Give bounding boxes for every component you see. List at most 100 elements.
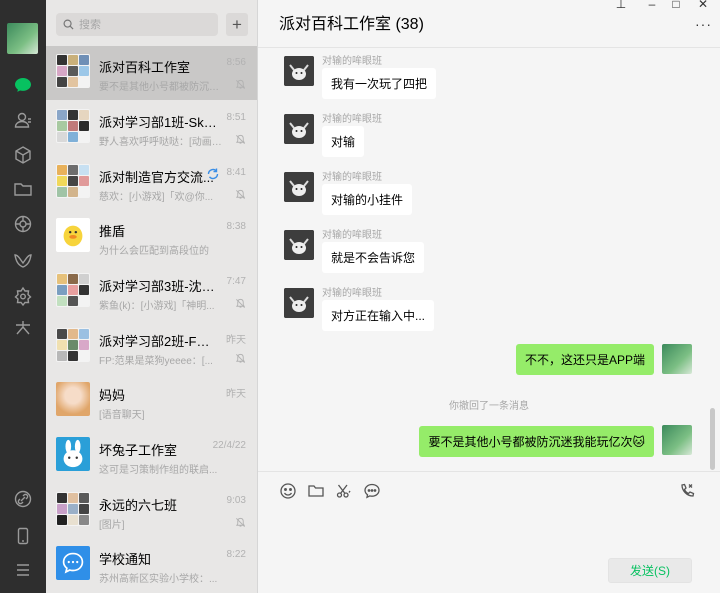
link-icon[interactable] <box>12 488 34 510</box>
folder-icon[interactable] <box>307 482 325 500</box>
chat-preview: 为什么会匹配到高段位的 <box>99 246 209 257</box>
phone-icon[interactable] <box>12 525 34 547</box>
chat-item-1[interactable]: 派对学习部1班-Sky... 8:51 野人喜欢呼呼哒哒：[动画表情] <box>46 101 257 155</box>
chat-avatar <box>56 218 90 252</box>
recall-notice: 你撤回了一条消息 <box>449 401 529 412</box>
self-avatar[interactable] <box>662 344 692 374</box>
message-list: 对输的哞眼班 我有一次玩了四把 对输的哞眼班 对输 对输的哞眼班 对输的小挂件 … <box>258 48 720 471</box>
chat-preview: 紫鱼(k)：[小游戏]「神明... <box>99 301 215 312</box>
chat-time: 7:47 <box>226 276 246 287</box>
chat-name: 派对学习部1班-Sky... <box>99 115 217 130</box>
chat-item-8[interactable]: 永远的六七班 9:03 [图片] <box>46 484 257 538</box>
chat-avatar <box>56 492 90 526</box>
sender-name: 对输的哞眼班 <box>322 56 382 67</box>
sender-avatar[interactable] <box>284 172 314 202</box>
chat-avatar <box>56 382 90 416</box>
chat-item-5[interactable]: 派对学习部2班-FP收... 昨天 FP:范果是菜狗yeeee：[... <box>46 320 257 374</box>
message-bubble[interactable]: 我有一次玩了四把 <box>322 68 437 99</box>
mute-bell-icon <box>235 189 246 199</box>
pin-window-button[interactable]: ⊥ <box>613 0 629 11</box>
minimize-button[interactable]: – <box>644 0 660 11</box>
chat-avatar <box>56 328 90 362</box>
chat-item-9[interactable]: 学校通知 8:22 苏州高新区实验小学校：... <box>46 538 257 592</box>
sender-name: 对输的哞眼班 <box>322 114 382 125</box>
sender-avatar[interactable] <box>284 56 314 86</box>
mute-bell-icon <box>235 353 246 363</box>
chat-item-7[interactable]: 坏兔子工作室 22/4/22 这可是习策制作组的联启... <box>46 429 257 483</box>
chat-time: 8:41 <box>226 167 246 178</box>
menu-icon[interactable] <box>12 559 34 581</box>
chat-item-6[interactable]: 妈妈 昨天 [语音聊天] <box>46 374 257 428</box>
search-icon <box>63 19 74 30</box>
chat-item-4[interactable]: 派对学习部3班-沈阳... 7:47 紫鱼(k)：[小游戏]「神明... <box>46 265 257 319</box>
channels-icon[interactable] <box>12 250 34 272</box>
chat-time: 22/4/22 <box>212 440 246 451</box>
mute-bell-icon <box>235 134 246 144</box>
mute-bell-icon <box>235 517 246 527</box>
message-bubble[interactable]: 就是不会告诉您 <box>322 242 425 273</box>
chat-preview: 苏州高新区实验小学校：... <box>99 574 218 585</box>
voice-call-icon[interactable] <box>678 482 696 500</box>
scissors-icon[interactable] <box>335 482 353 500</box>
chat-name: 学校通知 <box>99 552 152 567</box>
chat-preview: 这可是习策制作组的联启... <box>99 465 218 476</box>
rabbit-avatar-icon <box>63 439 83 468</box>
favorites-icon[interactable] <box>12 144 34 166</box>
message-bubble[interactable]: 对方正在输入中... <box>322 300 435 331</box>
chat-time: 昨天 <box>226 389 246 400</box>
more-options-button[interactable]: ··· <box>695 16 712 32</box>
sender-name: 对输的哞眼班 <box>322 288 382 299</box>
duck-avatar-icon <box>63 225 83 247</box>
chat-item-2[interactable]: 派对制造官方交流... 8:41 慈欢：[小游戏]「欢@你... <box>46 156 257 210</box>
chat-name: 推盾 <box>99 224 126 239</box>
chat-time: 8:22 <box>226 549 246 560</box>
send-button[interactable]: 发送(S) <box>608 558 692 583</box>
emoji-icon[interactable] <box>279 482 297 500</box>
chat-history-icon[interactable] <box>363 482 381 500</box>
close-button[interactable]: ✕ <box>695 0 711 11</box>
nav-rail <box>0 0 46 593</box>
contacts-icon[interactable] <box>12 109 34 131</box>
maximize-button[interactable]: □ <box>668 0 684 11</box>
search-input[interactable] <box>79 18 209 31</box>
chat-time: 9:03 <box>226 495 246 506</box>
search-box[interactable] <box>56 13 218 36</box>
chat-avatar <box>56 437 90 471</box>
chat-item-0[interactable]: 派对百科工作室 8:56 要不是其他小号都被防沉迷我能玩亿次 <box>46 46 257 100</box>
chat-preview: [图片] <box>99 520 125 531</box>
chat-icon[interactable] <box>12 74 34 96</box>
self-avatar[interactable] <box>662 425 692 455</box>
chat-item-3[interactable]: 推盾 8:38 为什么会匹配到高段位的 <box>46 210 257 264</box>
sender-avatar[interactable] <box>284 114 314 144</box>
message-bubble[interactable]: 不不，这还只是APP端 <box>515 344 654 375</box>
chat-preview: FP:范果是菜狗yeeee：[... <box>99 356 213 367</box>
message-bubble[interactable]: 对输的小挂件 <box>322 184 413 215</box>
user-avatar[interactable] <box>7 23 38 54</box>
message-bubble[interactable]: 对输 <box>322 126 365 157</box>
chat-time: 8:51 <box>226 112 246 123</box>
add-chat-button[interactable]: + <box>226 13 248 36</box>
chat-preview: 野人喜欢呼呼哒哒：[动画表情] <box>99 137 223 148</box>
moments-icon[interactable] <box>12 213 34 235</box>
chat-avatar <box>56 54 90 88</box>
chat-avatar <box>56 546 90 580</box>
discover-icon[interactable] <box>12 317 34 339</box>
chat-time: 8:38 <box>226 221 246 232</box>
sync-icon <box>207 168 219 180</box>
folder-icon[interactable] <box>12 178 34 200</box>
mini-programs-icon[interactable] <box>12 285 34 307</box>
message-bubble[interactable]: 要不是其他小号都被防沉迷我能玩亿次🐱 <box>419 426 654 457</box>
notice-bubble-icon <box>62 552 84 574</box>
sender-avatar[interactable] <box>284 288 314 318</box>
chat-time: 昨天 <box>226 335 246 346</box>
chat-title: 派对百科工作室 (38) <box>279 16 424 33</box>
input-area[interactable]: 发送(S) <box>258 471 720 593</box>
chat-name: 派对学习部2班-FP收... <box>99 334 217 349</box>
chat-name: 坏兔子工作室 <box>99 443 178 458</box>
mute-bell-icon <box>235 298 246 308</box>
chat-name: 妈妈 <box>99 388 126 403</box>
scrollbar-thumb[interactable] <box>710 408 715 470</box>
chat-time: 8:56 <box>226 57 246 68</box>
chat-preview: [语音聊天] <box>99 410 145 421</box>
sender-avatar[interactable] <box>284 230 314 260</box>
